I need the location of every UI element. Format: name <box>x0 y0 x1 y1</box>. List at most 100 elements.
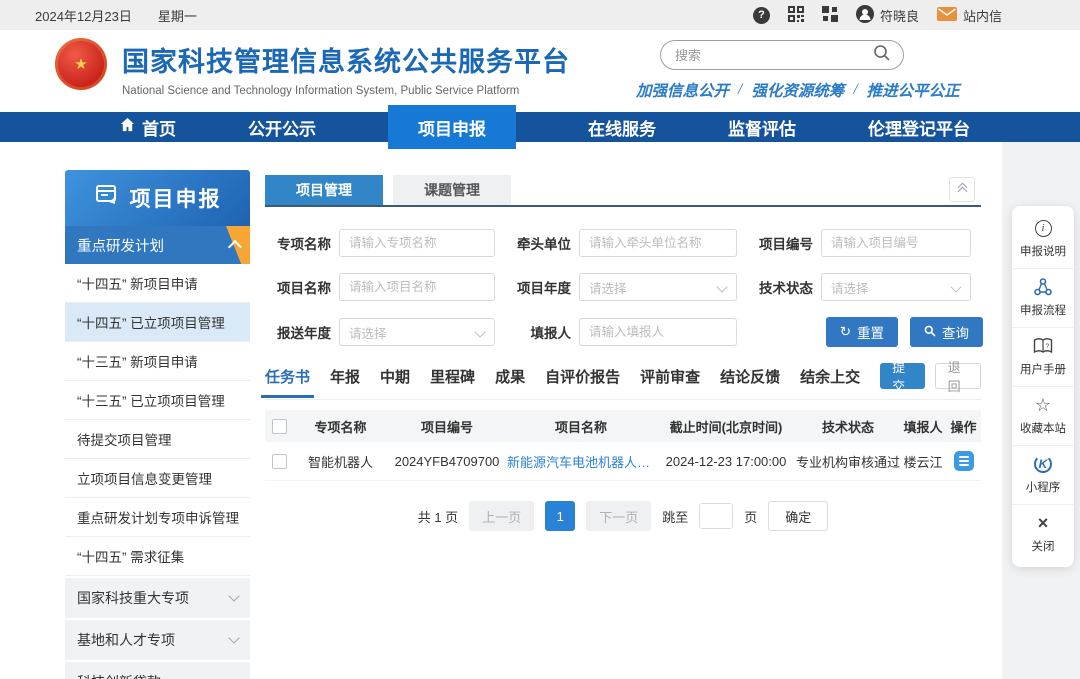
th-special-name: 专项名称 <box>293 417 388 436</box>
th-project-code: 项目编号 <box>388 417 506 436</box>
username: 符晓良 <box>880 6 919 25</box>
filter-label-report-year: 报送年度 <box>269 322 331 342</box>
filter-input-project-name[interactable] <box>339 273 495 301</box>
home-icon <box>120 117 135 137</box>
search-input[interactable] <box>673 47 873 64</box>
filter-input-reporter[interactable] <box>579 318 737 346</box>
quickbar-item-user-manual[interactable]: ? 用户手册 <box>1012 328 1074 387</box>
page-subtitle: National Science and Technology Informat… <box>122 85 570 97</box>
nav-item-ethics-platform[interactable]: 伦理登记平台 <box>868 115 970 140</box>
sidebar-item-appeal-management[interactable]: 重点研发计划专项申诉管理 <box>65 498 250 537</box>
reset-button[interactable]: ↻重置 <box>826 317 898 347</box>
query-button[interactable]: 查询 <box>910 317 983 347</box>
help-icon[interactable]: ? <box>753 7 770 24</box>
sidebar-section-major-special[interactable]: 国家科技重大专项 <box>65 578 250 618</box>
subtab-achievements[interactable]: 成果 <box>495 366 525 387</box>
tab-subject-management[interactable]: 课题管理 <box>393 175 511 205</box>
subtab-self-evaluation[interactable]: 自评价报告 <box>545 366 620 387</box>
jump-label: 跳至 <box>662 507 688 526</box>
tab-project-management[interactable]: 项目管理 <box>265 175 383 205</box>
filter-label-project-code: 项目编号 <box>751 233 813 253</box>
confirm-jump-button[interactable]: 确定 <box>768 501 828 531</box>
subtab-conclusion-feedback[interactable]: 结论反馈 <box>720 366 780 387</box>
cell-tech-status: 专业机构审核通过 <box>796 452 900 471</box>
app-root: 2024年12月23日 星期一 ? 符晓良 站内信 ★ 国家科技管理信息系统公共… <box>0 0 1080 679</box>
cell-special-name: 智能机器人 <box>293 452 388 471</box>
filter-label-reporter: 填报人 <box>509 322 571 342</box>
mail-icon <box>937 7 957 24</box>
prev-page-button[interactable]: 上一页 <box>469 501 534 531</box>
sidebar-section-base-talent[interactable]: 基地和人才专项 <box>65 620 250 660</box>
national-emblem-logo: ★ <box>55 38 107 90</box>
topbar-date-group: 2024年12月23日 星期一 <box>35 6 197 25</box>
slogan-3: 推进公平公正 <box>867 79 960 101</box>
slogan-2: 强化资源统筹 <box>751 79 844 101</box>
sidebar-item-13th-approved-management[interactable]: “十三五” 已立项项目管理 <box>65 381 250 420</box>
project-application-icon <box>94 182 120 214</box>
filter-select-tech-status[interactable]: 请选择 <box>821 273 971 301</box>
row-checkbox[interactable] <box>272 454 287 469</box>
current-page-button[interactable]: 1 <box>545 501 575 531</box>
nav-item-project-application[interactable]: 项目申报 <box>388 105 516 149</box>
quickbar-item-mini-program[interactable]: K 小程序 <box>1012 446 1074 505</box>
apps-grid-icon[interactable] <box>822 6 838 25</box>
chevron-down-icon <box>228 674 239 679</box>
subtab-milestone[interactable]: 里程碑 <box>430 366 475 387</box>
th-deadline: 截止时间(北京时间) <box>656 417 796 436</box>
qrcode-icon[interactable] <box>788 6 804 25</box>
search-icon <box>924 325 936 340</box>
main-panel: 项目管理 课题管理 专项名称 牵头单位 项目编号 项目名称 项目年度请选择 技术… <box>265 175 981 531</box>
quickbar-item-close[interactable]: × 关闭 <box>1012 505 1074 563</box>
submit-button[interactable]: 提交 <box>880 363 924 389</box>
subtab-task-book[interactable]: 任务书 <box>265 366 310 387</box>
quickbar-item-declare-instructions[interactable]: i 申报说明 <box>1012 210 1074 269</box>
topbar-date: 2024年12月23日 <box>35 6 132 25</box>
jump-page-input[interactable] <box>699 503 733 529</box>
slogan: 加强信息公开/ 强化资源统筹/ 推进公平公正 <box>636 79 960 101</box>
nav-item-public-notice[interactable]: 公开公示 <box>248 115 316 140</box>
subtab-midterm[interactable]: 中期 <box>380 366 410 387</box>
filter-label-project-name: 项目名称 <box>269 277 331 297</box>
next-page-button[interactable]: 下一页 <box>586 501 651 531</box>
project-name-link[interactable]: 新能源汽车电池机器人化… <box>507 452 655 471</box>
filter-input-special-name[interactable] <box>339 229 495 257</box>
sidebar-item-14th-approved-management[interactable]: “十四五” 已立项项目管理 <box>65 303 250 342</box>
filter-input-lead-unit[interactable] <box>579 229 737 257</box>
filter-label-project-year: 项目年度 <box>509 277 571 297</box>
search-icon[interactable] <box>873 44 891 67</box>
user-menu[interactable]: 符晓良 <box>856 5 919 26</box>
subtab-pre-review[interactable]: 评前审查 <box>640 366 700 387</box>
chevron-down-icon <box>716 281 727 292</box>
sidebar-item-14th-new-application[interactable]: “十四五” 新项目申请 <box>65 264 250 303</box>
subtab-surplus-return[interactable]: 结余上交 <box>800 366 860 387</box>
sidebar-item-pending-projects[interactable]: 待提交项目管理 <box>65 420 250 459</box>
th-operation: 操作 <box>946 417 981 436</box>
reset-icon: ↻ <box>840 324 851 340</box>
site-mail[interactable]: 站内信 <box>937 6 1002 25</box>
filter-input-project-code[interactable] <box>821 229 971 257</box>
filter-label-tech-status: 技术状态 <box>751 277 813 297</box>
content-tabs: 项目管理 课题管理 <box>265 175 981 207</box>
info-icon: i <box>1035 220 1052 237</box>
nav-item-supervision[interactable]: 监督评估 <box>728 115 796 140</box>
sidebar-section-key-rd-program[interactable]: 重点研发计划 <box>65 226 250 264</box>
sidebar-section-sci-innovation[interactable]: 科技创新贷款 <box>65 662 250 679</box>
sidebar-item-demand-collection[interactable]: “十四五” 需求征集 <box>65 537 250 576</box>
filter-select-project-year[interactable]: 请选择 <box>579 273 737 301</box>
filter-select-report-year[interactable]: 请选择 <box>339 318 495 346</box>
subtab-annual-report[interactable]: 年报 <box>330 366 360 387</box>
quickbar-item-declare-process[interactable]: 申报流程 <box>1012 269 1074 328</box>
chevron-down-icon <box>950 281 961 292</box>
quickbar-item-bookmark-site[interactable]: ☆ 收藏本站 <box>1012 387 1074 446</box>
return-button[interactable]: 退回 <box>935 363 981 389</box>
nav-item-online-service[interactable]: 在线服务 <box>588 115 656 140</box>
mini-program-k-icon: K <box>1034 455 1052 473</box>
row-document-action-icon[interactable] <box>954 451 974 471</box>
nav-item-home[interactable]: 首页 <box>120 115 176 140</box>
filter-label-lead-unit: 牵头单位 <box>509 233 571 253</box>
star-icon: ☆ <box>1035 396 1051 414</box>
sidebar-item-13th-new-application[interactable]: “十三五” 新项目申请 <box>65 342 250 381</box>
sidebar-item-info-change[interactable]: 立项项目信息变更管理 <box>65 459 250 498</box>
select-all-checkbox[interactable] <box>272 419 287 434</box>
collapse-panel-button[interactable] <box>949 177 975 202</box>
